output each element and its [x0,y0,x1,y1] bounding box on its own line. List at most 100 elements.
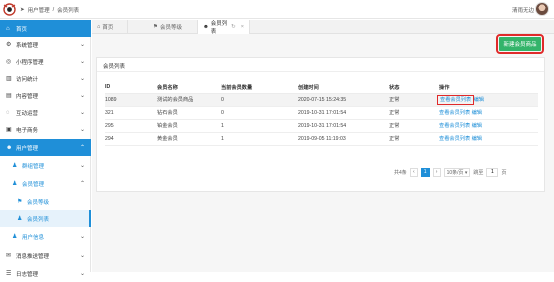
cell-status: 正常 [389,132,439,146]
next-page-button[interactable]: › [432,167,441,177]
sidebar-item-label: 首页 [16,26,28,33]
prev-page-button[interactable]: ‹ [409,167,418,177]
sidebar-item-label: 互动运营 [16,110,39,117]
member-icon: ♟ [12,180,18,187]
column-header-actions: 操作 [439,82,538,94]
home-icon: ⌂ [97,24,101,30]
table-header: ID 会员名称 当前会员数量 创建时间 状态 操作 [105,82,538,94]
breadcrumb-separator: / [52,7,55,13]
tab-home[interactable]: ⌂ 首页 [92,20,128,34]
edit-link[interactable]: 编辑 [474,97,484,103]
sidebar-item-label: 小程序管理 [16,59,44,66]
sidebar-item-label: 内容管理 [16,93,39,100]
logo-icon [3,3,16,16]
sidebar-item-member-list[interactable]: ♟ 会员列表 [0,210,91,227]
cell-created: 2019-10-31 17:01:54 [298,106,389,120]
breadcrumb-current: 会员列表 [57,8,80,14]
cell-created: 2020-07-15 15:24:35 [298,93,389,107]
cell-actions: 查看会员列表 编辑 [436,93,538,107]
cell-name: 钻石会员 [157,106,221,120]
sidebar-item-content[interactable]: ▤ 内容管理 ⌄ [0,87,91,104]
home-icon: ⌂ [6,25,10,32]
cell-actions: 查看会员列表 编辑 [439,106,538,120]
sidebar-item-members[interactable]: ♟ 会员管理 ⌃ [0,175,91,192]
refresh-icon[interactable]: ↻ [231,24,236,30]
sidebar-item-member-levels[interactable]: ⚑ 会员等级 [0,193,91,210]
chevron-up-icon: ⌃ [79,181,85,187]
sidebar-item-system[interactable]: ⚙ 系统管理 ⌄ [0,36,91,53]
chevron-down-icon: ⌄ [79,93,85,99]
column-header-id: ID [105,82,157,94]
new-member-product-button[interactable]: 新建会员商品 [496,34,544,54]
sidebar-item-label: 会员管理 [22,181,45,188]
view-member-list-link[interactable]: 查看会员列表 [439,136,470,142]
tab-label: 会员列表 [210,21,228,35]
sidebar-item-shop[interactable]: ▣ 电子商务 ⌄ [0,121,91,138]
edit-link[interactable]: 编辑 [472,123,482,129]
cell-name: 黄金会员 [157,132,221,146]
sidebar-item-label: 会员列表 [27,216,50,223]
message-icon: ✉ [6,252,12,259]
avatar[interactable] [535,2,549,16]
page-button-current[interactable]: 1 [420,167,430,177]
tab-member-levels[interactable]: ⚑ 会员等级 [148,20,198,34]
sidebar-item-groups[interactable]: ♟ 群组管理 ⌄ [0,157,91,174]
chevron-down-icon: ⌄ [79,42,85,48]
user-name[interactable]: 清雨无边 [512,6,534,14]
sidebar-item-interact[interactable]: ◌ 互动运营 ⌄ [0,104,91,121]
breadcrumb-parent[interactable]: 用户管理 [28,6,50,14]
page-size-select[interactable]: 10条/页 ▾ [443,167,471,177]
member-table: ID 会员名称 当前会员数量 创建时间 状态 操作 1089 测试的会员商品 0… [105,82,538,146]
view-member-list-link[interactable]: 查看会员列表 [439,123,470,129]
cell-created: 2019-10-31 17:01:54 [298,119,389,133]
chevron-down-icon: ⌄ [79,163,85,169]
sidebar-item-logs[interactable]: ☰ 日志管理 ⌄ [0,265,91,282]
group-icon: ♟ [12,162,18,169]
miniapp-icon: ◎ [6,58,12,65]
goto-page-input[interactable] [486,167,499,177]
chevron-down-icon: ⌄ [79,253,85,259]
view-member-list-link[interactable]: 查看会员列表 [436,95,475,105]
sidebar-item-label: 日志管理 [16,271,39,278]
userinfo-icon: ♟ [12,233,18,240]
view-member-list-link[interactable]: 查看会员列表 [439,110,470,116]
sidebar-item-label: 用户管理 [16,145,39,152]
sidebar-item-label: 用户信息 [22,234,45,241]
edit-link[interactable]: 编辑 [472,110,482,116]
pagination: 共4条 ‹ 1 › 10条/页 ▾ 跳至 页 [394,167,506,177]
tab-member-list[interactable]: ☻ 会员列表 ↻ × [198,20,250,35]
sidebar-item-label: 系统管理 [16,42,39,49]
goto-label: 跳至 [473,169,484,176]
chevron-down-icon: ⌄ [79,234,85,240]
sidebar-item-home[interactable]: ⌂ 首页 [0,20,91,37]
cell-status: 正常 [389,93,439,107]
level-icon: ⚑ [153,24,158,30]
sidebar-item-label: 消息推送管理 [16,253,50,260]
tab-label: 会员等级 [159,25,182,31]
sidebar-item-users[interactable]: ☻ 用户管理 ⌃ [0,139,91,156]
sidebar-item-messages[interactable]: ✉ 消息推送管理 ⌄ [0,247,91,264]
sidebar-item-userinfo[interactable]: ♟ 用户信息 ⌄ [0,228,91,245]
stats-icon: ▥ [6,75,12,82]
tab-bar: ⌂ 首页 ⚑ 会员等级 ☻ 会员列表 ↻ × [92,20,554,35]
page-unit: 页 [501,169,507,176]
cell-actions: 查看会员列表 编辑 [439,132,538,146]
interact-icon: ◌ [6,109,10,116]
cell-count: 1 [221,132,298,146]
edit-link[interactable]: 编辑 [472,136,482,142]
cell-count: 1 [221,119,298,133]
cell-status: 正常 [389,106,439,120]
navigate-icon: ➤ [20,7,25,13]
sidebar-item-stats[interactable]: ▥ 访问统计 ⌄ [0,70,91,87]
panel-title: 会员列表 [103,64,126,70]
table-row: 1089 测试的会员商品 0 2020-07-15 15:24:35 正常 查看… [105,93,538,107]
column-header-status: 状态 [389,82,439,94]
sidebar-item-miniapp[interactable]: ◎ 小程序管理 ⌄ [0,53,91,70]
users-icon: ☻ [6,144,13,151]
table-row: 295 铂金会员 1 2019-10-31 17:01:54 正常 查看会员列表… [105,119,538,133]
cell-count: 0 [221,106,298,120]
chevron-down-icon: ⌄ [79,127,85,133]
chevron-down-icon: ⌄ [79,76,85,82]
column-header-count: 当前会员数量 [221,82,298,94]
close-icon[interactable]: × [241,24,244,30]
